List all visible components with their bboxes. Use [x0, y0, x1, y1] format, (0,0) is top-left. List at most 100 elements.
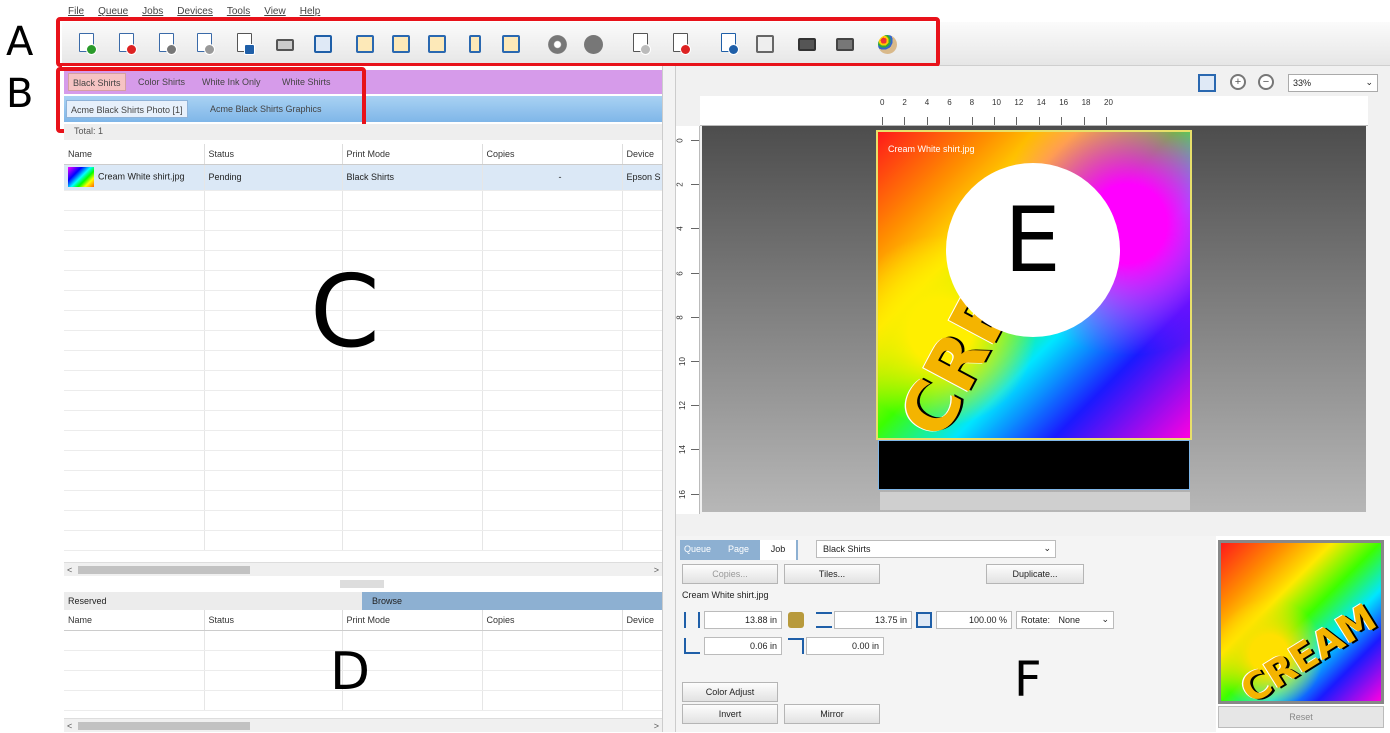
ruler-left-label: 6 [675, 270, 685, 276]
ruler-horizontal: 0 2 4 6 8 10 12 14 16 18 20 [700, 96, 1368, 126]
rotate-value: None [1058, 615, 1081, 625]
ruler-left-label: 14 [677, 445, 687, 455]
ruler-left-label: 0 [675, 138, 685, 143]
ruler-top-tick [1083, 117, 1085, 125]
print-mode-select-value: Black Shirts [823, 544, 871, 554]
ruler-top-tick [1038, 117, 1040, 125]
zoom-in-icon[interactable]: + [1230, 74, 1246, 90]
ruler-top-label: 10 [992, 98, 1001, 107]
ruler-left-tick [691, 405, 699, 407]
rotate-select[interactable]: Rotate: None ⌄ [1016, 611, 1114, 629]
tab-reserved[interactable]: Reserved [64, 592, 362, 610]
col-name[interactable]: Name [64, 144, 205, 165]
col-copies[interactable]: Copies [482, 610, 623, 631]
invert-button[interactable]: Invert [682, 704, 778, 724]
copies-button[interactable]: Copies... [682, 564, 778, 584]
col-device[interactable]: Device [622, 144, 663, 165]
ruler-top-tick [949, 117, 951, 125]
ruler-left-label: 10 [677, 357, 687, 366]
ruler-top-tick [971, 117, 973, 125]
callout-d: D [330, 642, 371, 702]
ruler-top-tick [1061, 117, 1063, 125]
y-offset-icon [788, 638, 804, 654]
lock-icon[interactable] [788, 612, 804, 628]
artwork-preview: CREAM [1218, 540, 1384, 712]
callout-e: E [1004, 188, 1061, 293]
split-handle[interactable] [340, 580, 384, 588]
page-edge [880, 492, 1190, 510]
scale-field[interactable]: 100.00 % [936, 611, 1012, 629]
ruler-left-tick [691, 361, 699, 362]
chevron-down-icon: ⌄ [1043, 543, 1051, 553]
ruler-top-tick [882, 117, 883, 125]
reserved-scrollbar[interactable]: < > [64, 718, 662, 732]
ruler-left-tick [691, 493, 699, 495]
ruler-top-label: 16 [1059, 98, 1069, 107]
width-icon [684, 612, 700, 628]
job-thumbnail [68, 167, 94, 187]
tab-queue[interactable]: Queue [684, 544, 711, 554]
tab-job[interactable]: Job [760, 540, 796, 560]
col-print-mode[interactable]: Print Mode [342, 144, 483, 165]
jobs-scrollbar[interactable]: < > [64, 562, 662, 576]
rotate-label: Rotate: [1021, 615, 1051, 625]
print-mode-select[interactable]: Black Shirts ⌄ [816, 540, 1056, 558]
ruler-top-label: 0 [880, 98, 885, 107]
ruler-left-tick [691, 140, 699, 141]
pane-splitter[interactable] [662, 66, 676, 732]
col-print-mode[interactable]: Print Mode [342, 610, 483, 631]
mirror-button[interactable]: Mirror [784, 704, 880, 724]
jobs-total: Total: 1 [64, 124, 662, 140]
ruler-left-label: 12 [677, 401, 687, 411]
ruler-top-tick [926, 117, 928, 125]
x-offset-field[interactable]: 0.06 in [704, 637, 782, 655]
duplicate-button[interactable]: Duplicate... [986, 564, 1084, 584]
ruler-top-tick [994, 117, 995, 125]
ruler-top-label: 14 [1036, 98, 1046, 107]
callout-b: B [6, 71, 34, 117]
zoom-value: 33% [1293, 78, 1312, 88]
callout-f: F [1014, 652, 1042, 708]
col-status[interactable]: Status [204, 610, 343, 631]
callout-a: A [6, 19, 34, 65]
x-offset-icon [684, 638, 700, 654]
ruler-left-tick [691, 449, 699, 451]
fit-page-icon[interactable] [1198, 74, 1216, 92]
ruler-top-label: 4 [924, 98, 930, 107]
callout-c: C [310, 253, 380, 370]
ruler-top-label: 12 [1014, 98, 1024, 107]
reset-button[interactable]: Reset [1218, 706, 1384, 728]
ruler-left-label: 2 [675, 182, 685, 187]
color-adjust-button[interactable]: Color Adjust [682, 682, 778, 702]
col-copies[interactable]: Copies [482, 144, 623, 165]
col-device[interactable]: Device [622, 610, 663, 631]
tab-page[interactable]: Page [728, 544, 749, 554]
ruler-top-label: 20 [1104, 98, 1113, 107]
width-field[interactable]: 13.88 in [704, 611, 782, 629]
zoom-out-icon[interactable]: − [1258, 74, 1274, 90]
height-icon [816, 612, 832, 628]
col-name[interactable]: Name [64, 610, 205, 631]
toolbar-highlight [56, 17, 940, 67]
ruler-top-label: 6 [947, 98, 952, 107]
y-offset-field[interactable]: 0.00 in [806, 637, 884, 655]
ruler-vertical: 0 2 4 6 8 10 12 14 16 [676, 126, 700, 514]
job-device: Epson S [622, 164, 663, 191]
tab-browse[interactable]: Browse [362, 592, 662, 610]
height-field[interactable]: 13.75 in [834, 611, 912, 629]
table-row[interactable]: Cream White shirt.jpg Pending Black Shir… [64, 164, 663, 191]
ruler-top-label: 2 [902, 98, 907, 107]
col-status[interactable]: Status [204, 144, 343, 165]
zoom-select[interactable]: 33% ⌄ [1288, 74, 1378, 92]
shirt-bottom-band [878, 440, 1190, 490]
panel-tabs: Queue Page Job [680, 540, 798, 560]
job-mode: Black Shirts [342, 164, 483, 191]
job-name: Cream White shirt.jpg [98, 171, 185, 182]
chevron-down-icon: ⌄ [1101, 614, 1109, 624]
ruler-left-label: 8 [675, 315, 685, 320]
ruler-left-label: 4 [675, 226, 685, 232]
ruler-top-label: 18 [1081, 98, 1091, 107]
tiles-button[interactable]: Tiles... [784, 564, 880, 584]
job-filename: Cream White shirt.jpg [682, 590, 769, 600]
chevron-down-icon: ⌄ [1365, 77, 1373, 87]
